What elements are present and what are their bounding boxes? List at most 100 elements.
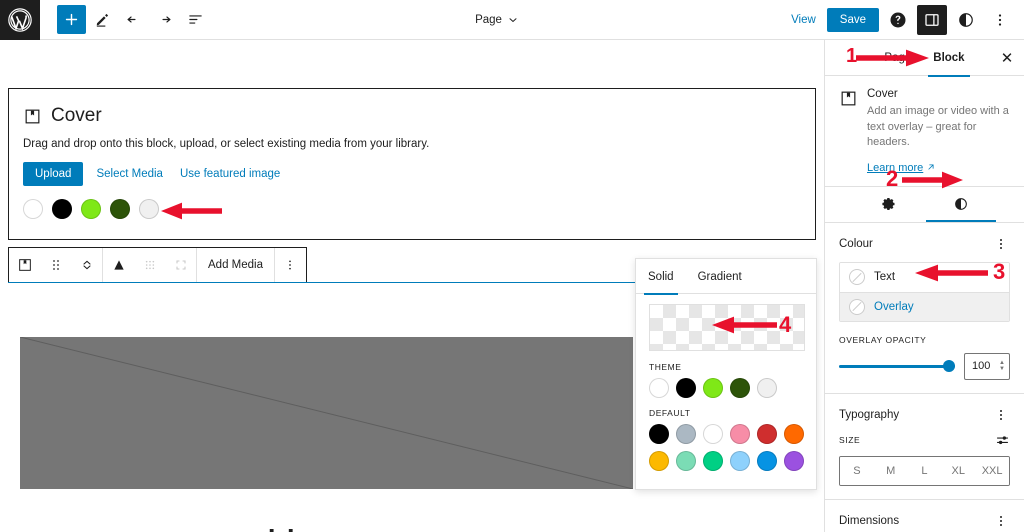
list-view-button[interactable] (181, 5, 210, 34)
save-button[interactable]: Save (826, 7, 879, 32)
default-swatch-vivid-red[interactable] (757, 424, 777, 444)
sidebar-styles-tab[interactable] (925, 191, 996, 223)
undo-button[interactable] (119, 5, 148, 34)
overlay-opacity-input[interactable]: 100 ▲ ▼ (964, 352, 1010, 380)
block-more-options-button[interactable] (275, 248, 306, 282)
use-featured-image-link[interactable]: Use featured image (176, 166, 284, 182)
swatch-white[interactable] (23, 199, 43, 219)
stepper-icon[interactable]: ▲ ▼ (999, 360, 1005, 372)
colour-section-title: Colour (839, 237, 873, 250)
chevron-down-icon (509, 17, 517, 22)
add-media-button[interactable]: Add Media (197, 248, 274, 282)
default-swatch-vivid-green-cyan[interactable] (703, 451, 723, 471)
full-width-icon (175, 260, 186, 270)
upload-button[interactable]: Upload (23, 162, 84, 186)
drag-handle[interactable] (40, 248, 71, 282)
close-sidebar-button[interactable]: ✕ (996, 47, 1018, 69)
fullscreen-button[interactable] (165, 248, 196, 282)
font-size-option-m[interactable]: M (873, 456, 908, 485)
placeholder-diagonal-line (20, 337, 633, 489)
chevron-updown-icon (82, 260, 91, 270)
kebab-menu-icon (998, 13, 1002, 26)
change-content-position-button[interactable] (103, 248, 134, 282)
wordpress-logo-icon[interactable] (0, 0, 40, 40)
theme-palette-grid (649, 378, 803, 398)
edit-tool-button[interactable] (88, 5, 117, 34)
font-size-option-l[interactable]: L (907, 456, 942, 485)
swatch-black[interactable] (52, 199, 72, 219)
swatch-bright-green[interactable] (81, 199, 101, 219)
typography-section: Typography SIZE S M L XL XXL (825, 394, 1024, 500)
more-options-button[interactable] (985, 5, 1015, 35)
document-type-dropdown[interactable]: Page (210, 14, 784, 26)
theme-swatch-black[interactable] (676, 378, 696, 398)
help-circle-icon (890, 12, 906, 27)
learn-more-link[interactable]: Learn more (867, 162, 935, 174)
theme-swatch-bright-green[interactable] (703, 378, 723, 398)
block-toolbar-group-layout (103, 248, 197, 282)
settings-sidebar-toggle[interactable] (917, 4, 947, 35)
default-swatch-white[interactable] (703, 424, 723, 444)
annotation-number-3: 3 (993, 259, 1006, 284)
swatch-light-gray[interactable] (139, 199, 159, 219)
default-swatch-pale-pink[interactable] (730, 424, 750, 444)
overlay-opacity-value: 100 (972, 360, 991, 373)
styles-toggle-button[interactable] (951, 5, 981, 35)
default-swatch-black[interactable] (649, 424, 669, 444)
font-size-option-xl[interactable]: XL (941, 456, 976, 485)
select-media-link[interactable]: Select Media (92, 166, 166, 182)
typography-section-options-button[interactable] (992, 406, 1010, 424)
colour-section-options-button[interactable] (992, 235, 1010, 253)
drag-dots-icon (52, 260, 59, 270)
top-toolbar: Page View Save (0, 0, 1024, 40)
cover-block-placeholder[interactable]: Cover Drag and drop onto this block, upl… (8, 88, 816, 240)
triangle-position-icon (113, 260, 124, 270)
default-swatch-luminous-orange[interactable] (784, 424, 804, 444)
colour-picker-popover: Solid Gradient THEME DEFAULT (635, 258, 817, 490)
font-size-option-xxl[interactable]: XXL (975, 456, 1009, 485)
default-swatch-pale-cyan-blue[interactable] (730, 451, 750, 471)
sidebar-tab-block[interactable]: Block (922, 40, 975, 77)
redo-button[interactable] (150, 5, 179, 34)
view-link[interactable]: View (784, 14, 823, 26)
dimensions-section-options-button[interactable] (992, 512, 1010, 530)
add-block-button[interactable] (57, 5, 86, 34)
theme-swatch-white[interactable] (649, 378, 669, 398)
default-swatch-vivid-cyan-blue[interactable] (757, 451, 777, 471)
default-swatch-cyan-bluish-gray[interactable] (676, 424, 696, 444)
theme-swatch-dark-green[interactable] (730, 378, 750, 398)
colour-options-list: Text Overlay (839, 261, 1010, 322)
font-size-segmented-control: S M L XL XXL (839, 455, 1010, 486)
default-swatch-light-green-cyan[interactable] (676, 451, 696, 471)
gray-image-placeholder[interactable] (20, 337, 633, 489)
sidebar-tab-page[interactable]: Page (873, 40, 922, 76)
top-toolbar-left-tools (40, 5, 210, 34)
contrast-half-circle-icon (954, 198, 967, 211)
tab-gradient[interactable]: Gradient (686, 259, 754, 294)
help-button[interactable] (883, 5, 913, 35)
sidebar-settings-tab[interactable] (876, 191, 902, 217)
editor-root: Page View Save Cover Drag and drop onto … (0, 0, 1024, 532)
default-swatch-vivid-purple[interactable] (784, 451, 804, 471)
overlay-opacity-slider[interactable] (839, 359, 955, 373)
block-toolbar: Add Media (8, 247, 307, 283)
move-block-updown[interactable] (71, 248, 102, 282)
popover-tabs: Solid Gradient (636, 259, 816, 295)
custom-size-sliders-icon[interactable] (995, 433, 1010, 448)
annotation-number-4: 4 (779, 312, 792, 337)
top-toolbar-right-tools: View Save (784, 4, 1024, 35)
annotation-number-1: 1 (846, 45, 858, 67)
default-swatch-luminous-amber[interactable] (649, 451, 669, 471)
font-size-option-s[interactable]: S (840, 456, 874, 485)
theme-palette-label: THEME (649, 362, 682, 372)
swatch-dark-green[interactable] (110, 199, 130, 219)
theme-swatch-light-gray[interactable] (757, 378, 777, 398)
block-toolbar-group-more (275, 248, 306, 282)
colour-option-overlay[interactable]: Overlay (840, 291, 1009, 321)
block-type-cover-button[interactable] (9, 248, 40, 282)
block-toolbar-group-block (9, 248, 103, 282)
tab-solid[interactable]: Solid (636, 259, 686, 295)
default-palette-grid (649, 424, 805, 471)
align-button[interactable] (134, 248, 165, 282)
colour-option-text[interactable]: Text (840, 262, 1009, 292)
